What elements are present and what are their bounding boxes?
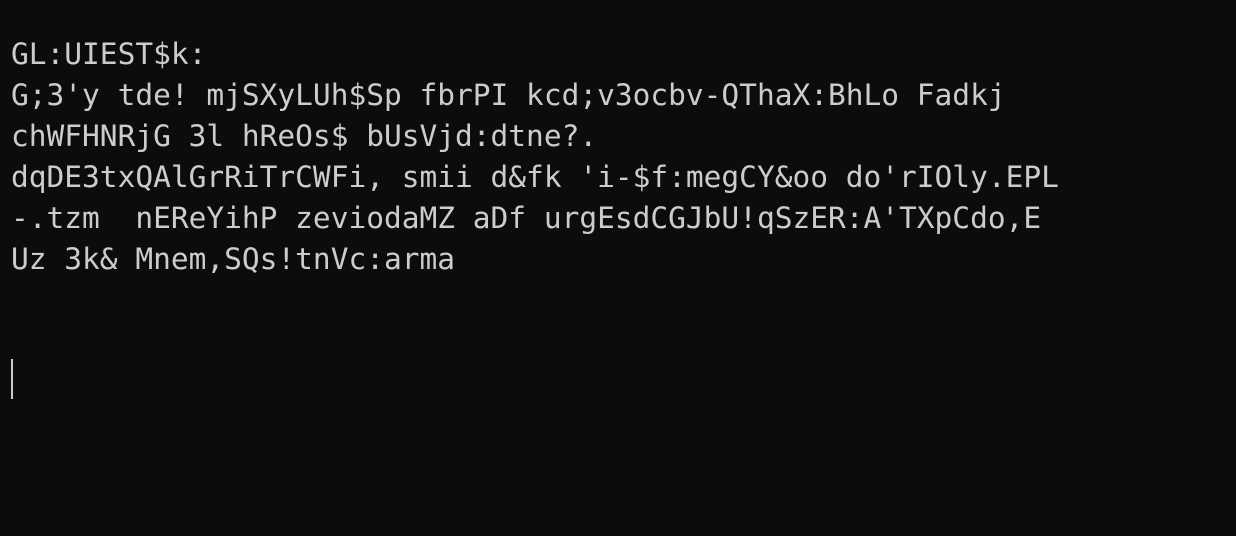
output-line-4: dqDE3txQAlGrRiTrCWFi, smii d&fk 'i-$f:me… <box>11 160 1059 194</box>
output-line-2: G;3'y tde! mjSXyLUh$Sp fbrPI kcd;v3ocbv-… <box>11 78 1006 112</box>
output-line-5: -.tzm nEReYihP zeviodaMZ aDf urgEsdCGJbU… <box>11 201 1042 235</box>
output-line-1: GL:UIEST$k: <box>11 37 207 71</box>
terminal-window[interactable]: GL:UIEST$k: G;3'y tde! mjSXyLUh$Sp fbrPI… <box>0 0 1236 536</box>
output-line-6: Uz 3k& Mnem,SQs!tnVc:arma <box>11 242 456 276</box>
terminal-output: GL:UIEST$k: G;3'y tde! mjSXyLUh$Sp fbrPI… <box>11 34 1236 280</box>
output-line-3: chWFHNRjG 3l hReOs$ bUsVjd:dtne?. <box>11 119 598 153</box>
text-cursor <box>11 359 13 399</box>
